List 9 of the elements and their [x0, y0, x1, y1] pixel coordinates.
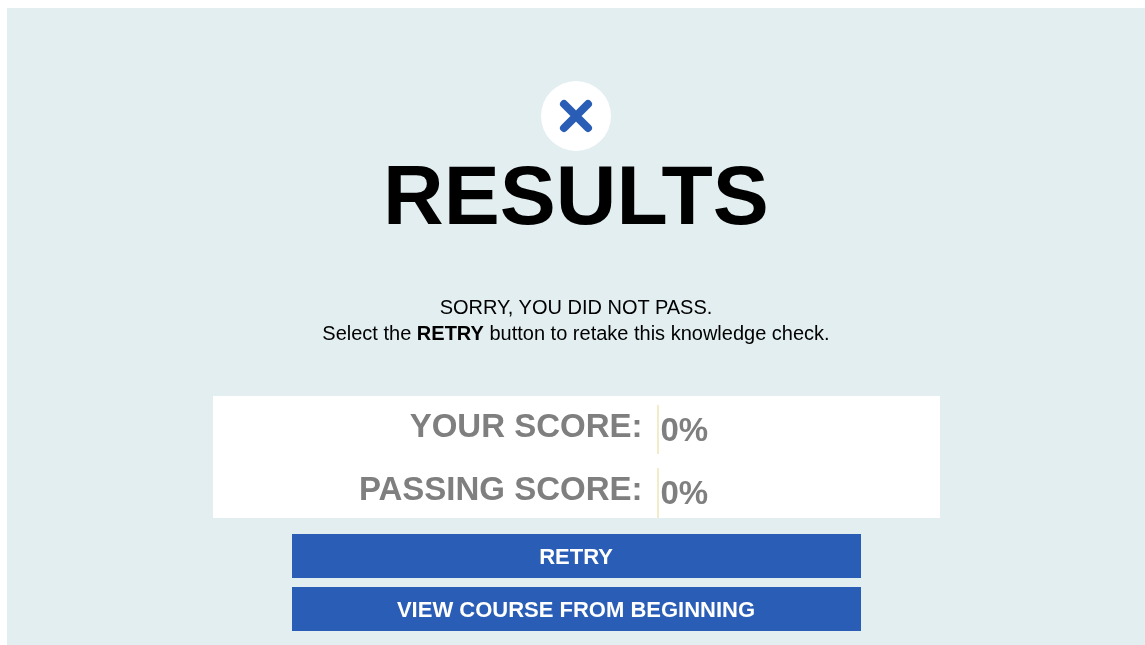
score-value: 0% [656, 404, 709, 454]
results-title: RESULTS [383, 153, 769, 237]
retry-instruction: Select the RETRY button to retake this knowledge check. [322, 321, 830, 346]
fail-message: SORRY, YOU DID NOT PASS. [439, 295, 713, 320]
action-button[interactable]: VIEW COURSE FROM BEGINNING [291, 587, 861, 631]
score-label: YOUR SCORE: [408, 405, 643, 446]
score-label: PASSING SCORE: [357, 469, 643, 509]
score-value: 0% [656, 468, 709, 518]
action-button[interactable]: RETRY [291, 534, 861, 578]
